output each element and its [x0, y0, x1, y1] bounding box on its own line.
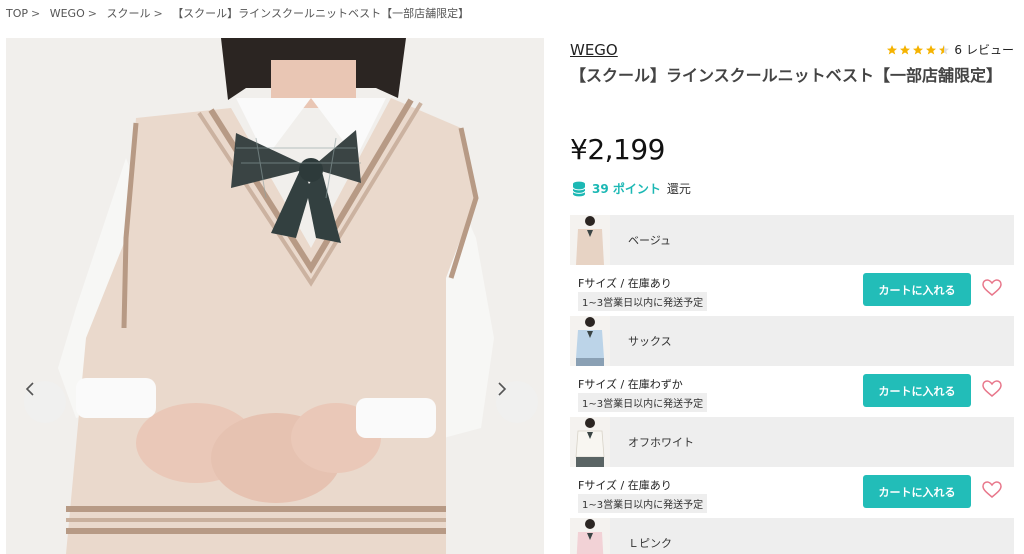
variant-color-name: オフホワイト — [628, 436, 694, 449]
variant-stock-row: Fサイズ / 在庫わずか 1~3営業日以内に発送予定 カートに入れる — [570, 366, 1014, 417]
variant-photo — [570, 417, 610, 467]
breadcrumb-top[interactable]: TOP — [6, 7, 28, 20]
variant-beige: ベージュ Fサイズ / 在庫あり 1~3営業日以内に発送予定 カートに入れる — [570, 215, 1014, 316]
points-info: 39 ポイント 還元 — [572, 180, 691, 197]
chevron-left-icon — [25, 382, 34, 396]
shipping-estimate: 1~3営業日以内に発送予定 — [578, 292, 708, 311]
breadcrumb: TOP > WEGO > スクール > 【スクール】ラインスクールニットベスト【一部店… — [6, 5, 469, 21]
variant-color-row: Ｌピンク — [570, 518, 1014, 554]
product-photo — [6, 38, 544, 554]
coin-stack-icon — [572, 181, 586, 196]
variant-photo — [570, 316, 610, 366]
add-to-cart-button[interactable]: カートに入れる — [863, 374, 971, 407]
variant-photo — [570, 215, 610, 265]
variant-thumbnail[interactable] — [570, 417, 610, 467]
shipping-estimate: 1~3営業日以内に発送予定 — [578, 393, 708, 412]
variant-off-white: オフホワイト Fサイズ / 在庫あり 1~3営業日以内に発送予定 カートに入れる — [570, 417, 1014, 518]
review-label: レビュー — [965, 43, 1014, 57]
variant-color-row: オフホワイト — [570, 417, 1014, 467]
points-suffix: 還元 — [666, 182, 691, 196]
brand-link[interactable]: WEGO — [570, 41, 618, 59]
variant-thumbnail[interactable] — [570, 518, 610, 554]
breadcrumb-current: 【スクール】ラインスクールニットベスト【一部店舗限定】 — [172, 7, 470, 20]
stock-status: Fサイズ / 在庫わずか — [578, 378, 683, 391]
shipping-estimate: 1~3営業日以内に発送予定 — [578, 494, 708, 513]
variant-color-name: ベージュ — [628, 234, 672, 247]
breadcrumb-separator: > — [31, 7, 41, 20]
variant-light-pink: Ｌピンク — [570, 518, 1014, 554]
next-image-button[interactable] — [496, 381, 538, 423]
favorite-heart-icon[interactable] — [982, 279, 1002, 297]
variant-color-row: サックス — [570, 316, 1014, 366]
star-icon — [939, 44, 950, 54]
favorite-heart-icon[interactable] — [982, 380, 1002, 398]
variant-color-name: サックス — [628, 335, 672, 348]
chevron-right-icon — [498, 382, 507, 396]
star-icon — [926, 44, 937, 54]
rating[interactable]: 6 レビュー — [886, 41, 1014, 58]
previous-image-button[interactable] — [24, 381, 66, 423]
add-to-cart-button[interactable]: カートに入れる — [863, 273, 971, 306]
points-value: 39 ポイント — [592, 182, 661, 196]
star-rating — [886, 44, 950, 56]
product-image-gallery — [6, 38, 544, 554]
variant-photo — [570, 518, 610, 554]
breadcrumb-separator: > — [153, 7, 163, 20]
variant-stock-row: Fサイズ / 在庫あり 1~3営業日以内に発送予定 カートに入れる — [570, 467, 1014, 518]
variant-thumbnail[interactable] — [570, 316, 610, 366]
variant-color-name: Ｌピンク — [628, 537, 672, 550]
product-title: 【スクール】ラインスクールニットベスト【一部店舗限定】 — [570, 66, 1003, 85]
star-icon — [900, 44, 911, 54]
breadcrumb-wego[interactable]: WEGO — [50, 7, 85, 20]
stock-status: Fサイズ / 在庫あり — [578, 479, 672, 492]
breadcrumb-separator: > — [87, 7, 97, 20]
add-to-cart-button[interactable]: カートに入れる — [863, 475, 971, 508]
review-count: 6 — [954, 42, 962, 57]
variant-thumbnail[interactable] — [570, 215, 610, 265]
variant-color-row: ベージュ — [570, 215, 1014, 265]
breadcrumb-school[interactable]: スクール — [106, 7, 150, 20]
stock-status: Fサイズ / 在庫あり — [578, 277, 672, 290]
star-icon — [913, 44, 924, 54]
variant-sax: サックス Fサイズ / 在庫わずか 1~3営業日以内に発送予定 カートに入れる — [570, 316, 1014, 417]
variant-stock-row: Fサイズ / 在庫あり 1~3営業日以内に発送予定 カートに入れる — [570, 265, 1014, 316]
price: ¥2,199 — [570, 133, 665, 166]
favorite-heart-icon[interactable] — [982, 481, 1002, 499]
star-icon — [887, 44, 898, 54]
